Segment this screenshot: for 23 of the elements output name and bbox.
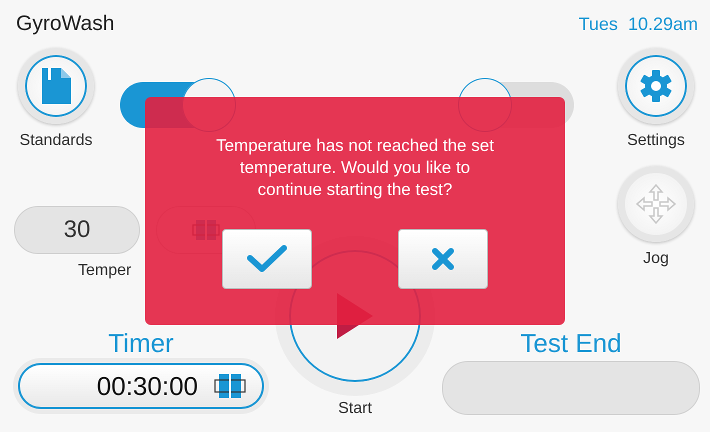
settings-button[interactable] (618, 48, 694, 124)
document-icon (39, 67, 73, 105)
dialog-message: Temperature has not reached the set temperature. Would you like to continue starting the test? (215, 135, 495, 202)
test-end-label: Test End (520, 328, 622, 359)
keypad-icon[interactable] (214, 373, 246, 399)
start-label: Start (338, 400, 372, 418)
day-label: Tues (578, 14, 618, 34)
close-icon (431, 247, 455, 272)
confirm-button[interactable] (222, 229, 312, 290)
time-label: 10.29am (628, 14, 698, 34)
move-arrows-icon (634, 182, 678, 226)
timer-value: 00:30:00 (96, 370, 198, 402)
standards-label: Standards (20, 132, 92, 150)
timer-label: Timer (108, 328, 174, 359)
settings-label: Settings (627, 132, 685, 150)
app-title: GyroWash (16, 12, 114, 36)
cancel-button[interactable] (398, 229, 488, 290)
standards-button[interactable] (18, 48, 94, 124)
current-temperature-field: 30 (14, 206, 140, 254)
temperature-label: Temper (77, 262, 132, 280)
settings-icon (639, 69, 673, 103)
checkmark-icon (247, 245, 287, 274)
jog-label: Jog (643, 250, 669, 268)
